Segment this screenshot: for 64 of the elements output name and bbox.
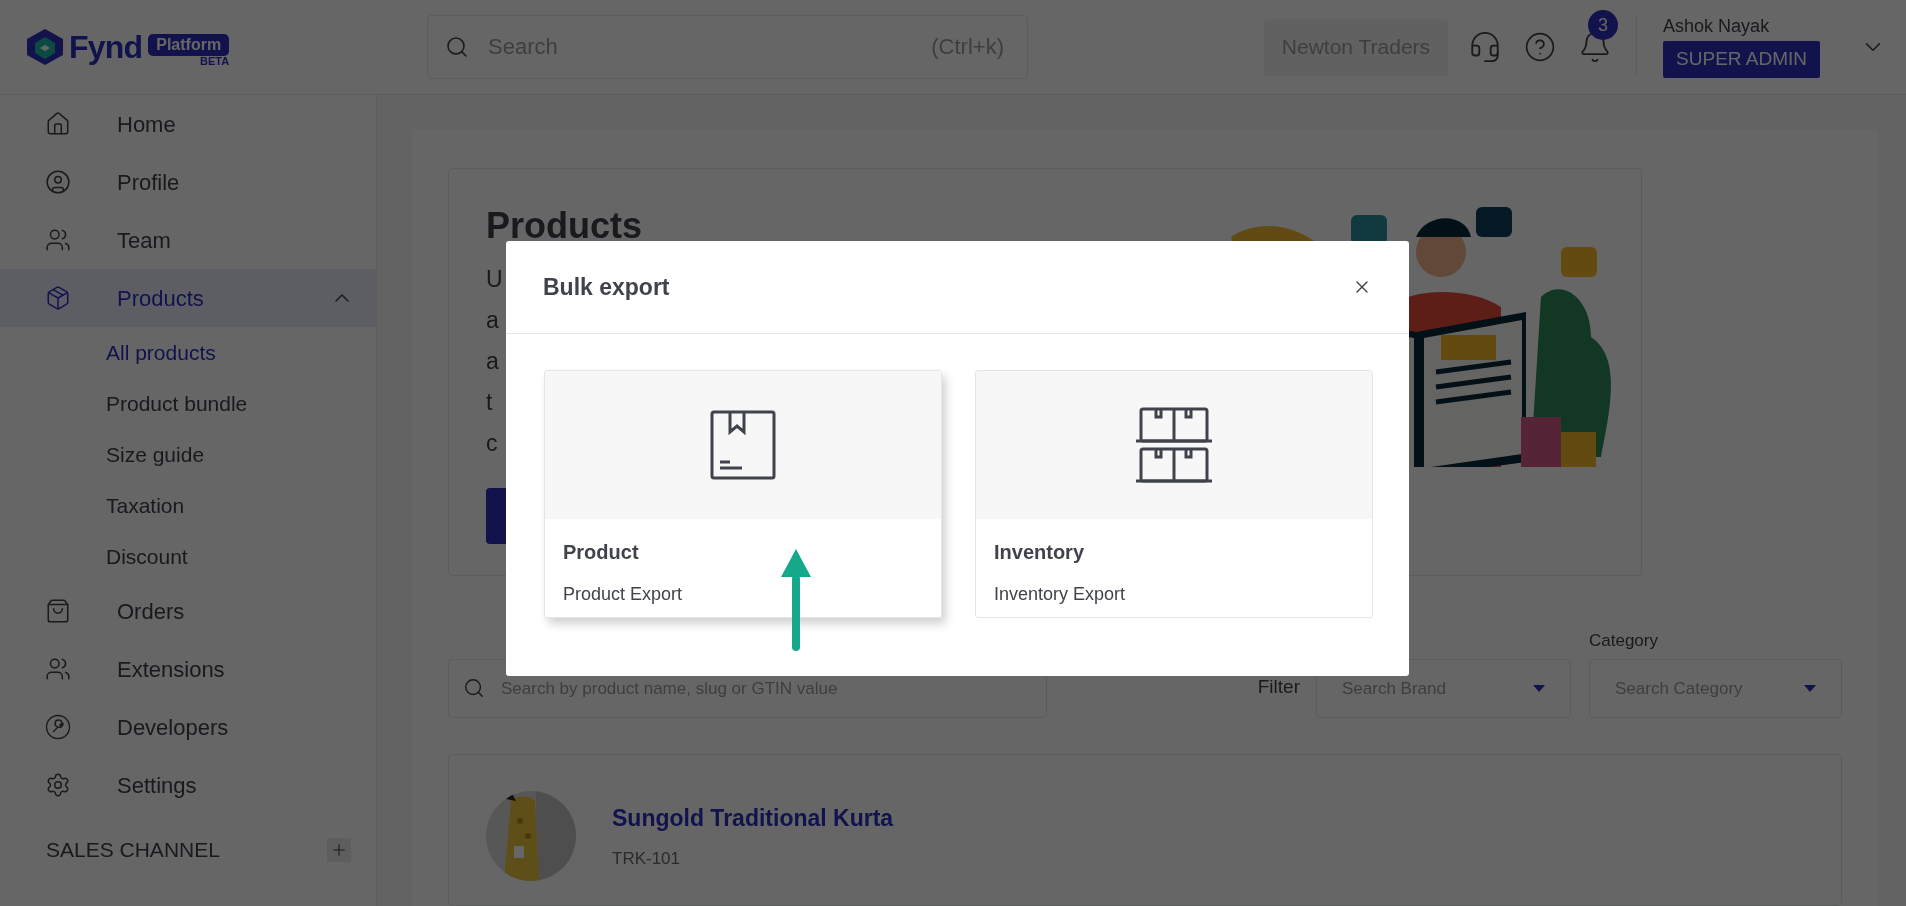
sidebar-item[interactable]: Products — [0, 269, 376, 327]
wrench-icon — [45, 714, 71, 740]
description-line: a — [486, 306, 499, 335]
product-code: TRK-101 — [612, 847, 682, 870]
sidebar-item[interactable]: Team — [0, 211, 376, 269]
export-option-card[interactable]: Product Product Export — [544, 370, 942, 618]
section-heading: SALES CHANNEL — [46, 837, 220, 864]
dialog-title: Bulk export — [543, 272, 670, 302]
product-name[interactable]: Sungold Traditional Kurta — [612, 801, 894, 836]
submenu-item[interactable]: All products — [106, 336, 216, 369]
plus-icon — [330, 841, 348, 859]
caret-icon — [1804, 685, 1816, 693]
logo-wordmark: Fynd — [69, 31, 143, 63]
filter-label: Filter — [1257, 674, 1300, 699]
notification-count: 3 — [1588, 10, 1619, 40]
product-card[interactable]: Sungold Traditional Kurta TRK-101 — [448, 754, 1842, 906]
sidebar-item[interactable]: Orders — [0, 582, 376, 640]
beta-label: BETA — [200, 55, 230, 67]
search-icon — [463, 677, 485, 700]
role-badge: SUPER ADMIN — [1663, 40, 1820, 78]
box-icon — [45, 285, 71, 311]
sidebar-label: Home — [117, 110, 176, 139]
export-option-card[interactable]: Inventory Inventory Export — [975, 370, 1373, 618]
box-icon — [710, 410, 776, 480]
sidebar-item[interactable]: Home — [0, 95, 376, 153]
description-line: a — [486, 347, 499, 376]
stacked-boxes-icon — [1136, 407, 1212, 483]
settings-icon — [45, 772, 71, 798]
add-button[interactable] — [327, 838, 351, 862]
option-subtitle: Inventory Export — [994, 583, 1127, 606]
submenu-item[interactable]: Size guide — [106, 438, 205, 471]
option-title: Inventory — [994, 540, 1086, 565]
option-title: Product — [563, 540, 640, 565]
sidebar-label: Team — [117, 226, 171, 255]
sidebar-label: Developers — [117, 713, 229, 742]
sidebar-label: Products — [117, 284, 204, 313]
team-icon — [45, 227, 71, 253]
home-icon — [45, 111, 71, 137]
description-line: t — [486, 388, 493, 417]
sidebar-item[interactable]: Extensions — [0, 640, 376, 698]
submenu-item[interactable]: Discount — [106, 540, 188, 573]
sidebar-label: Extensions — [117, 655, 225, 684]
sidebar-label: Profile — [117, 168, 180, 197]
profile-icon — [45, 169, 71, 195]
caret-icon — [1533, 685, 1545, 693]
option-subtitle: Product Export — [563, 583, 684, 606]
help-icon[interactable] — [1524, 31, 1557, 63]
sidebar-label: Orders — [117, 597, 185, 626]
user-name: Ashok Nayak — [1663, 16, 1771, 35]
sidebar-item[interactable]: Developers — [0, 698, 376, 756]
logo-icon — [25, 27, 65, 67]
sidebar-item[interactable]: Profile — [0, 153, 376, 211]
description-line: c — [486, 429, 498, 458]
description-line: U — [486, 265, 503, 294]
sidebar-label: Settings — [117, 771, 197, 800]
platform-badge: Platform — [148, 33, 230, 56]
bag-icon — [45, 598, 71, 624]
people-icon — [45, 656, 71, 682]
submenu-item[interactable]: Taxation — [106, 489, 185, 522]
page-title: Products — [486, 205, 643, 247]
sidebar-item[interactable]: Settings — [0, 756, 376, 814]
submenu-item[interactable]: Product bundle — [106, 387, 248, 420]
search-icon — [445, 35, 469, 59]
category-label: Category — [1589, 629, 1659, 652]
